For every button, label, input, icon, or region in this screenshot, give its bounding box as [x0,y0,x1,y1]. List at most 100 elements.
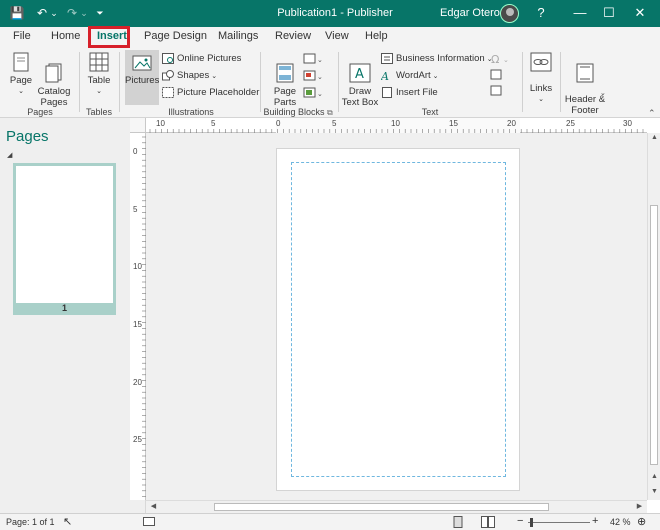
horizontal-scrollbar[interactable]: ◀ ▶ [146,500,647,513]
ruler-label: 10 [133,262,142,271]
zoom-slider-track[interactable] [528,522,590,523]
vertical-ruler[interactable]: 0 5 10 15 20 25 [130,133,146,500]
text-extras-icons[interactable]: Ω ⌄ [489,52,515,100]
zoom-slider-handle[interactable] [530,518,533,527]
pictures-button[interactable]: Pictures [125,54,159,86]
page-thumbnail[interactable] [13,163,116,315]
chevron-down-icon: ⌄ [18,88,24,95]
header-footer-label: Header & Footer [564,94,606,116]
ruler-label: 0 [133,147,138,156]
draw-text-box-label: Draw Text Box [341,86,379,108]
ruler-label: 5 [211,119,216,128]
group-label-building-blocks: Building Blocks [263,107,325,117]
tab-file[interactable]: File [13,30,31,42]
document-canvas[interactable] [146,133,647,500]
online-pictures-button[interactable]: Online Pictures [162,53,241,64]
help-button[interactable]: ? [526,3,556,23]
page-count: Page: 1 of 1 [6,517,55,527]
divider [338,52,339,112]
ruler-label: 25 [133,435,142,444]
page-button[interactable]: Page ⌄ [7,52,35,97]
tab-view[interactable]: View [325,30,349,42]
ruler-corner [130,118,146,133]
chevron-down-icon: ⌄ [538,96,544,103]
catalog-pages-label: Catalog Pages [37,86,71,108]
links-label: Links [529,83,553,94]
avatar[interactable] [500,4,519,23]
redo-dropdown-icon[interactable]: ⌄ [80,4,88,22]
insert-tab-highlight [88,26,130,48]
collapse-triangle-icon[interactable]: ◢ [7,151,12,159]
divider [522,52,523,112]
page-parts-icon [276,63,294,83]
two-page-view-icon[interactable] [481,516,495,528]
ruler-label: 5 [133,205,138,214]
chevron-down-icon: ⌄ [211,72,218,80]
header-footer-icon [576,63,594,83]
vertical-scrollbar[interactable]: ▲ ▲ ▼ [647,133,660,500]
divider [260,52,261,112]
catalog-pages-icon [45,63,62,83]
zoom-level[interactable]: 42 % [610,517,631,527]
shapes-button[interactable]: Shapes ⌄ [162,70,217,81]
horizontal-ruler[interactable]: 10 5 0 5 10 15 20 25 30 [146,118,647,133]
ruler-label: 10 [156,119,165,128]
table-icon [89,52,109,72]
single-page-view-icon[interactable] [452,516,464,528]
page-icon [13,52,29,72]
tab-review[interactable]: Review [275,30,311,42]
links-button[interactable]: Links ⌄ [527,52,555,105]
svg-text:⌄: ⌄ [317,56,323,64]
svg-text:⌄: ⌄ [317,73,323,81]
insert-file-button[interactable]: Insert File [381,87,438,98]
vertical-scroll-thumb[interactable] [650,205,658,465]
tab-page-design[interactable]: Page Design [144,30,207,42]
business-information-label: Business Information [396,53,485,64]
ruler-label: 5 [332,119,337,128]
minimize-button[interactable]: — [565,3,595,23]
scroll-left-icon[interactable]: ◀ [147,502,160,510]
table-button[interactable]: Table ⌄ [84,52,114,97]
text-box-icon: A [349,63,371,83]
scroll-right-icon[interactable]: ▶ [633,502,646,510]
undo-dropdown-icon[interactable]: ⌄ [50,4,58,22]
cursor-icon: ↖ [63,516,73,528]
scroll-up-icon[interactable]: ▲ [648,134,660,141]
picture-placeholder-button[interactable]: Picture Placeholder [162,87,259,98]
close-button[interactable]: ✕ [625,3,655,23]
horizontal-scroll-thumb[interactable] [214,503,549,511]
collapse-ribbon-icon[interactable]: ⌃ [648,108,656,119]
ruler-label: 15 [449,119,458,128]
zoom-in-button[interactable]: + [592,515,598,527]
tab-help[interactable]: Help [365,30,388,42]
draw-text-box-button[interactable]: A Draw Text Box [341,52,379,119]
tab-mailings[interactable]: Mailings [218,30,258,42]
pictures-icon [132,55,152,71]
building-block-gallery-icons[interactable]: ⌄ ⌄ ⌄ [303,53,325,101]
save-icon[interactable]: 💾 [8,4,26,22]
redo-icon[interactable]: ↷ [66,4,78,22]
zoom-out-button[interactable]: − [517,515,523,527]
pages-pane: Pages ◢ 1 [0,118,146,513]
customize-quick-access-icon[interactable]: ⏷ [94,4,106,22]
tab-home[interactable]: Home [51,30,80,42]
chevron-down-icon[interactable]: ⌄ [600,89,606,97]
shapes-label: Shapes [177,70,210,81]
business-information-button[interactable]: Business Information ⌄ [381,53,493,64]
pages-pane-title: Pages [6,128,49,145]
wordart-button[interactable]: A WordArt ⌄ [381,70,439,81]
margin-guides [291,162,506,477]
scroll-up-icon[interactable]: ▲ [648,473,660,480]
divider [79,52,80,112]
status-bar: Page: 1 of 1 ↖ − + 42 % ⊕ [0,513,660,530]
publication-page[interactable] [276,148,520,491]
maximize-button[interactable]: ☐ [594,3,624,23]
undo-icon[interactable]: ↶ [36,4,48,22]
dialog-launcher-icon[interactable]: ⧉ [327,108,333,118]
scroll-down-icon[interactable]: ▼ [648,488,660,495]
insert-file-icon [382,87,392,98]
page-thumbnail-number: 1 [13,303,116,315]
fit-page-icon[interactable]: ⊕ [637,515,646,528]
page-parts-label: Page Parts [273,86,297,108]
user-name[interactable]: Edgar Otero [440,7,500,19]
